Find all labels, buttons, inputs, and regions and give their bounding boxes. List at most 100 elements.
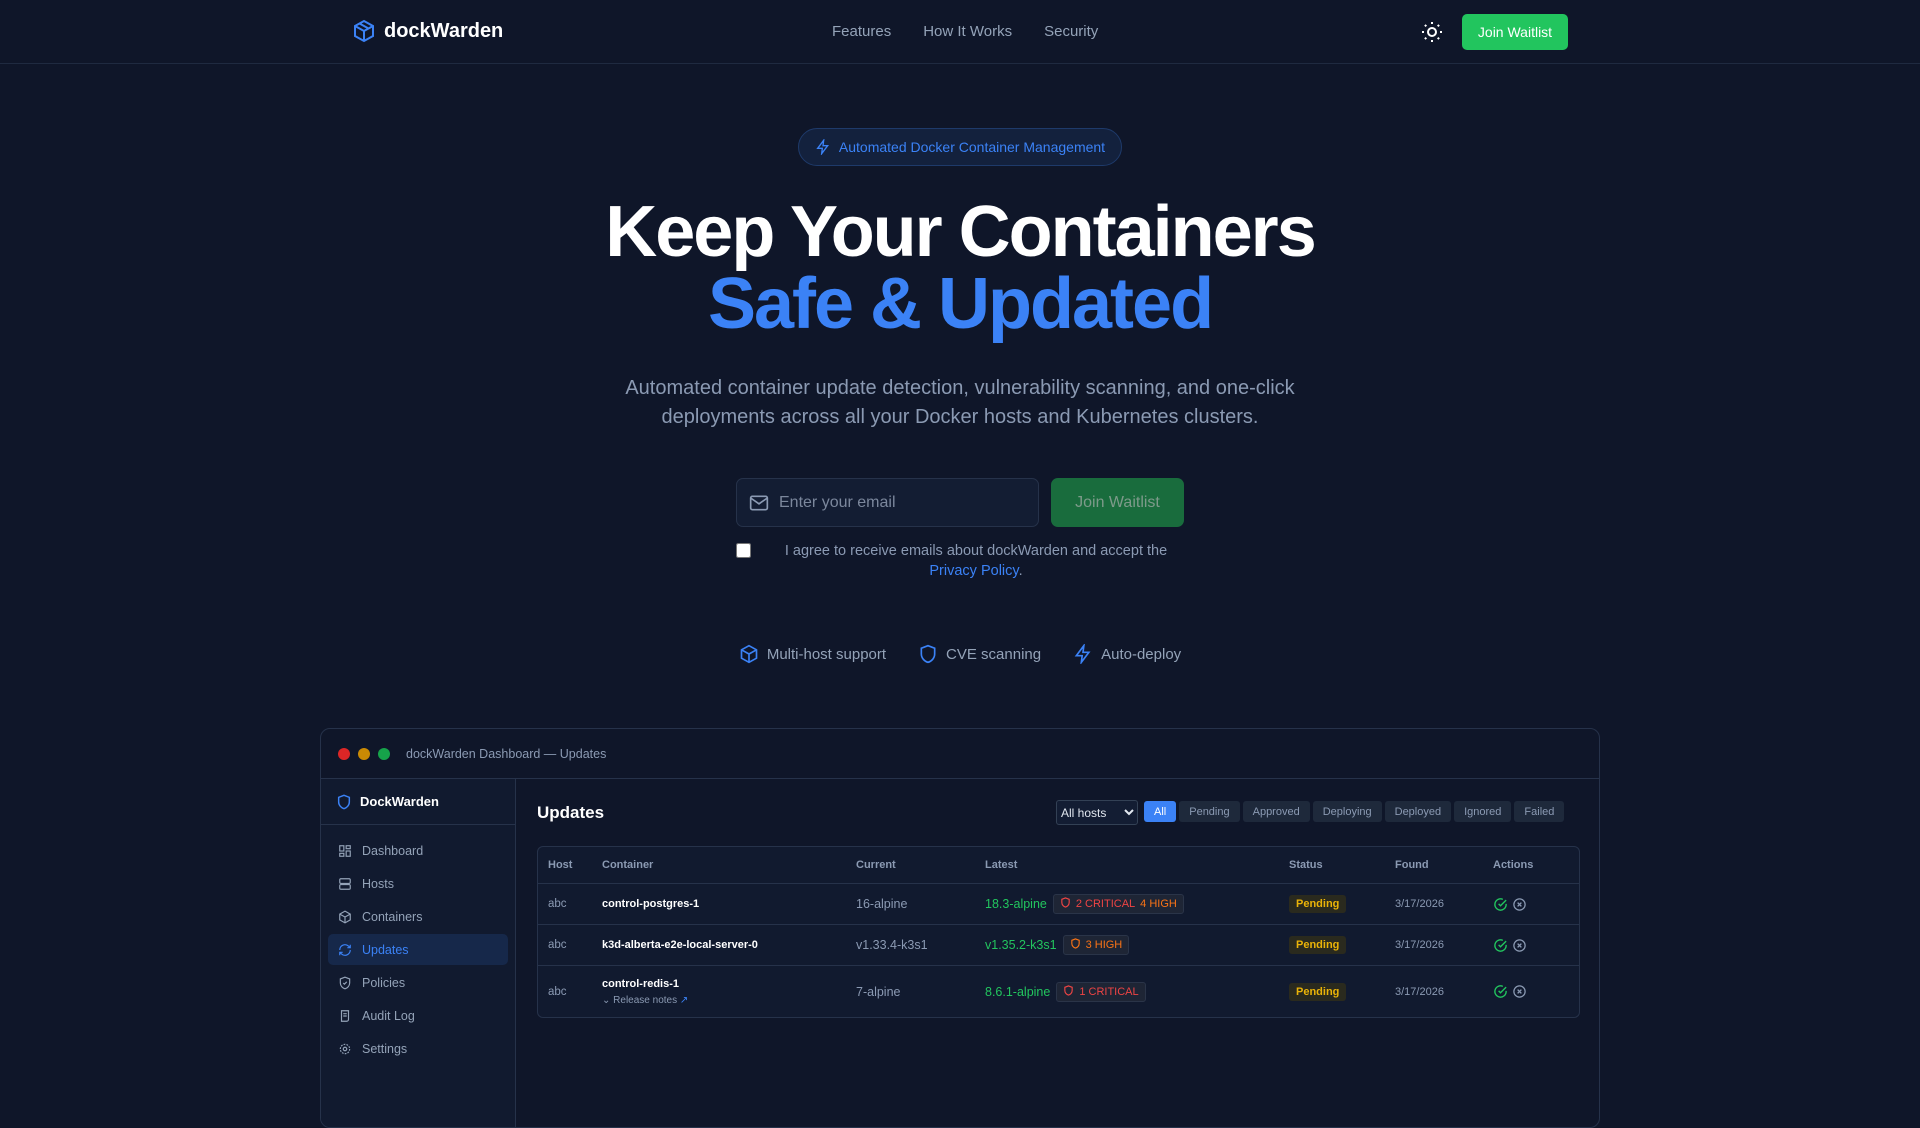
sidebar-item-label: Audit Log	[362, 1008, 415, 1023]
page-title: Updates	[537, 803, 605, 822]
sidebar: DockWarden Dashboard Hosts Containers Up…	[321, 779, 516, 1127]
host-filter-select[interactable]: All hosts	[1056, 800, 1138, 825]
col-current: Current	[856, 859, 896, 871]
filter-failed[interactable]: Failed	[1514, 801, 1565, 822]
sidebar-item-settings[interactable]: Settings	[328, 1033, 508, 1064]
sidebar-brand: DockWarden	[321, 779, 515, 825]
brand-name: dockWarden	[384, 19, 504, 42]
join-waitlist-button[interactable]: Join Waitlist	[1051, 478, 1184, 527]
sidebar-item-policies[interactable]: Policies	[328, 967, 508, 998]
shield-icon	[920, 644, 936, 664]
col-found: Found	[1395, 859, 1429, 871]
nav-features[interactable]: Features	[832, 23, 891, 40]
sidebar-item-label: Hosts	[362, 876, 394, 891]
high-count: 3 HIGH	[1085, 939, 1123, 951]
grid-icon	[339, 844, 351, 857]
consent-checkbox[interactable]	[736, 543, 751, 558]
refresh-icon	[339, 943, 351, 956]
latest-version: 18.3-alpine	[985, 897, 1047, 911]
cube-icon	[354, 19, 374, 43]
ignore-x-icon[interactable]	[1512, 938, 1527, 953]
col-status: Status	[1289, 859, 1323, 871]
privacy-policy-link[interactable]: Privacy Policy	[929, 563, 1018, 579]
filter-ignored[interactable]: Ignored	[1454, 801, 1512, 822]
cell-container: control-redis-1 ⌄ Release notes ↗	[602, 978, 856, 1006]
feature-list: Multi-host support CVE scanning Auto-dep…	[0, 644, 1920, 664]
sidebar-item-updates[interactable]: Updates	[328, 934, 508, 965]
sidebar-item-containers[interactable]: Containers	[328, 901, 508, 932]
filter-approved[interactable]: Approved	[1242, 801, 1310, 822]
feature-label: Auto-deploy	[1101, 645, 1182, 663]
sidebar-item-label: Policies	[362, 975, 406, 990]
cell-host: abc	[548, 939, 567, 951]
status-filter-tabs: All Pending Approved Deploying Deployed …	[1144, 801, 1565, 822]
sidebar-item-label: Settings	[362, 1041, 408, 1056]
ignore-x-icon[interactable]	[1512, 984, 1527, 999]
cell-container: control-postgres-1	[602, 898, 856, 910]
table-row: abc k3d-alberta-e2e-local-server-0 v1.33.4…	[538, 924, 1579, 965]
cell-latest: 18.3-alpine 2 CRITICAL 4 HIGH	[985, 894, 1289, 914]
vulnerability-badge: 1 CRITICAL	[1056, 981, 1146, 1002]
filter-all[interactable]: All	[1144, 801, 1177, 822]
cell-host: abc	[548, 985, 567, 998]
ignore-x-icon[interactable]	[1512, 897, 1527, 912]
table-row: abc control-postgres-1 16-alpine 18.3-alpin…	[538, 883, 1579, 924]
email-field[interactable]	[736, 478, 1039, 527]
sidebar-item-dashboard[interactable]: Dashboard	[328, 835, 508, 866]
container-name: control-redis-1	[602, 977, 680, 990]
hero-title-line1: Keep Your Containers	[605, 192, 1316, 272]
approve-check-icon[interactable]	[1493, 938, 1508, 953]
maximize-dot	[378, 747, 390, 760]
shield-icon	[337, 794, 351, 809]
email-input[interactable]	[779, 493, 1019, 512]
brand-logo[interactable]: dockWarden	[352, 19, 503, 43]
feature-multi-host: Multi-host support	[739, 644, 886, 664]
container-name: control-postgres-1	[602, 898, 700, 910]
cell-latest: 8.6.1-alpine 1 CRITICAL	[985, 981, 1289, 1002]
top-nav: dockWarden Features How It Works Securit…	[0, 0, 1920, 64]
hero-title-line2: Safe & Updated	[707, 264, 1214, 344]
mail-icon	[749, 495, 769, 510]
cell-actions	[1493, 984, 1527, 999]
container-name: k3d-alberta-e2e-local-server-0	[602, 939, 758, 951]
filter-deploying[interactable]: Deploying	[1312, 801, 1382, 822]
sidebar-item-hosts[interactable]: Hosts	[328, 868, 508, 899]
status-badge: Pending	[1289, 982, 1347, 1001]
release-notes-label: Release notes	[613, 994, 678, 1006]
box-icon	[339, 909, 351, 924]
nav-security[interactable]: Security	[1044, 23, 1098, 40]
cube-icon	[740, 644, 758, 664]
sidebar-brand-name: DockWarden	[360, 794, 439, 809]
consent-text: I agree to receive emails about dockWard…	[784, 543, 1168, 559]
cell-host: abc	[548, 898, 567, 910]
approve-check-icon[interactable]	[1493, 897, 1508, 912]
release-notes-link[interactable]: ⌄ Release notes ↗	[602, 995, 856, 1006]
server-icon	[339, 877, 351, 890]
col-container: Container	[602, 859, 654, 871]
high-count: 4 HIGH	[1140, 898, 1177, 910]
critical-count: 2 CRITICAL	[1075, 898, 1136, 910]
window-title: dockWarden Dashboard — Updates	[406, 746, 607, 761]
sidebar-item-audit-log[interactable]: Audit Log	[328, 1000, 508, 1031]
hero-title: Keep Your Containers Safe & Updated	[0, 196, 1920, 340]
nav-how-it-works[interactable]: How It Works	[923, 23, 1012, 40]
sun-icon[interactable]	[1420, 20, 1444, 44]
approve-check-icon[interactable]	[1493, 984, 1508, 999]
hero-subtitle: Automated container update detection, vu…	[625, 377, 1295, 428]
shield-alert-icon	[1060, 897, 1071, 911]
hero-badge-text: Automated Docker Container Management	[838, 139, 1106, 155]
cell-found: 3/17/2026	[1395, 898, 1444, 910]
sidebar-item-label: Dashboard	[362, 843, 424, 858]
table-header: Host Container Current Latest Status Fou…	[538, 847, 1579, 883]
dashboard-preview: dockWarden Dashboard — Updates DockWarde…	[320, 728, 1600, 1128]
shield-alert-icon	[1063, 984, 1074, 999]
vulnerability-badge: 2 CRITICAL 4 HIGH	[1052, 894, 1184, 914]
join-waitlist-header-button[interactable]: Join Waitlist	[1462, 14, 1568, 50]
cell-current: 16-alpine	[856, 897, 908, 911]
status-badge: Pending	[1289, 895, 1347, 913]
table-row: abc control-redis-1 ⌄ Release notes ↗ 7-alp…	[538, 965, 1579, 1017]
filter-deployed[interactable]: Deployed	[1384, 801, 1452, 822]
latest-version: 8.6.1-alpine	[985, 984, 1051, 999]
filter-pending[interactable]: Pending	[1179, 801, 1240, 822]
window-titlebar: dockWarden Dashboard — Updates	[321, 729, 1599, 779]
